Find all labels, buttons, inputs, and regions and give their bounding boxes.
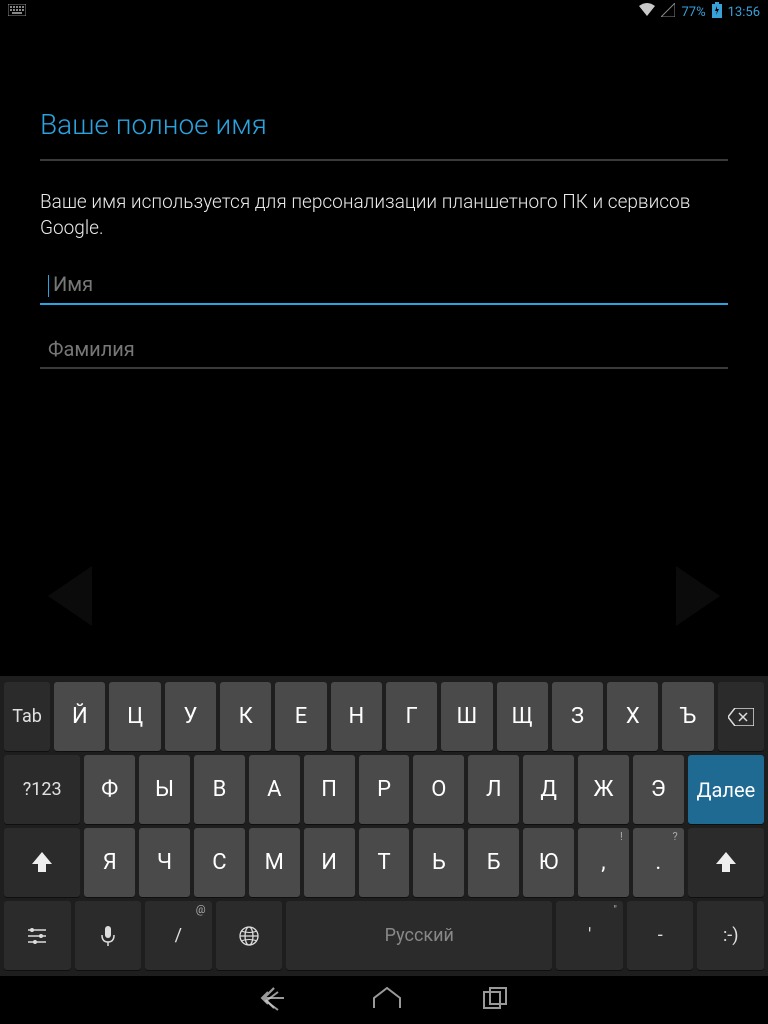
system-nav-bar: [0, 976, 768, 1024]
key-symbols[interactable]: ?123: [4, 755, 80, 824]
key-smiley[interactable]: :-): [697, 901, 764, 970]
key-dash[interactable]: -: [627, 901, 694, 970]
setup-form: Ваше полное имя Ваше имя используется дл…: [0, 24, 768, 369]
wizard-nav: [0, 560, 768, 632]
key-letter[interactable]: П: [304, 755, 355, 824]
last-name-placeholder: Фамилия: [48, 337, 135, 361]
key-letter[interactable]: О: [413, 755, 464, 824]
key-letter[interactable]: Я: [84, 828, 135, 897]
soft-keyboard: Tab Й Ц У К Е Н Г Ш Щ З Х Ъ ?123 Ф Ы В А…: [0, 676, 768, 976]
key-letter[interactable]: Ч: [139, 828, 190, 897]
page-subtitle: Ваше имя используется для персонализации…: [40, 189, 728, 240]
key-slash[interactable]: /@: [145, 901, 212, 970]
last-name-field[interactable]: Фамилия: [40, 333, 728, 369]
key-letter[interactable]: Ю: [523, 828, 574, 897]
key-letter[interactable]: У: [165, 682, 216, 751]
key-letter[interactable]: Е: [275, 682, 326, 751]
key-letter[interactable]: Г: [386, 682, 437, 751]
key-letter[interactable]: Ы: [139, 755, 190, 824]
key-letter[interactable]: Х: [607, 682, 658, 751]
key-letter[interactable]: З: [552, 682, 603, 751]
nav-back-icon[interactable]: [260, 984, 292, 1016]
key-settings[interactable]: [4, 901, 71, 970]
key-letter[interactable]: С: [194, 828, 245, 897]
key-backspace[interactable]: [718, 682, 764, 751]
battery-icon: [712, 2, 722, 22]
key-letter[interactable]: Ш: [441, 682, 492, 751]
key-quote[interactable]: '": [556, 901, 623, 970]
page-title: Ваше полное имя: [40, 108, 728, 161]
key-letter[interactable]: Т: [359, 828, 410, 897]
key-letter[interactable]: М: [249, 828, 300, 897]
forward-arrow-button[interactable]: [668, 560, 728, 632]
battery-percentage: 77%: [681, 5, 705, 20]
key-letter[interactable]: Й: [54, 682, 105, 751]
cell-signal-icon: [661, 3, 675, 21]
nav-home-icon[interactable]: [372, 986, 402, 1014]
key-letter[interactable]: В: [194, 755, 245, 824]
key-letter[interactable]: И: [304, 828, 355, 897]
status-bar: 77% 13:56: [0, 0, 768, 24]
key-letter[interactable]: Э: [633, 755, 684, 824]
key-next[interactable]: Далее: [688, 755, 764, 824]
key-letter[interactable]: Л: [468, 755, 519, 824]
key-shift-right[interactable]: [688, 828, 764, 897]
key-punct[interactable]: ,!: [578, 828, 629, 897]
key-voice[interactable]: [75, 901, 142, 970]
key-letter[interactable]: А: [249, 755, 300, 824]
keyboard-indicator-icon: [8, 4, 26, 20]
first-name-placeholder: Имя: [53, 272, 93, 296]
clock: 13:56: [728, 5, 760, 20]
key-language[interactable]: [216, 901, 283, 970]
text-caret: [48, 275, 49, 297]
key-letter[interactable]: Д: [523, 755, 574, 824]
wifi-icon: [639, 3, 655, 21]
key-punct[interactable]: .?: [633, 828, 684, 897]
first-name-field[interactable]: Имя: [40, 268, 728, 305]
key-letter[interactable]: Р: [359, 755, 410, 824]
key-tab[interactable]: Tab: [4, 682, 50, 751]
key-letter[interactable]: Ц: [109, 682, 160, 751]
nav-recents-icon[interactable]: [482, 986, 508, 1014]
key-space[interactable]: Русский: [286, 901, 552, 970]
key-shift-left[interactable]: [4, 828, 80, 897]
key-letter[interactable]: Н: [331, 682, 382, 751]
back-arrow-button[interactable]: [40, 560, 100, 632]
key-letter[interactable]: Щ: [497, 682, 548, 751]
key-letter[interactable]: Ъ: [662, 682, 713, 751]
key-letter[interactable]: Ж: [578, 755, 629, 824]
key-letter[interactable]: Б: [468, 828, 519, 897]
key-letter[interactable]: К: [220, 682, 271, 751]
key-letter[interactable]: Ь: [413, 828, 464, 897]
key-letter[interactable]: Ф: [84, 755, 135, 824]
